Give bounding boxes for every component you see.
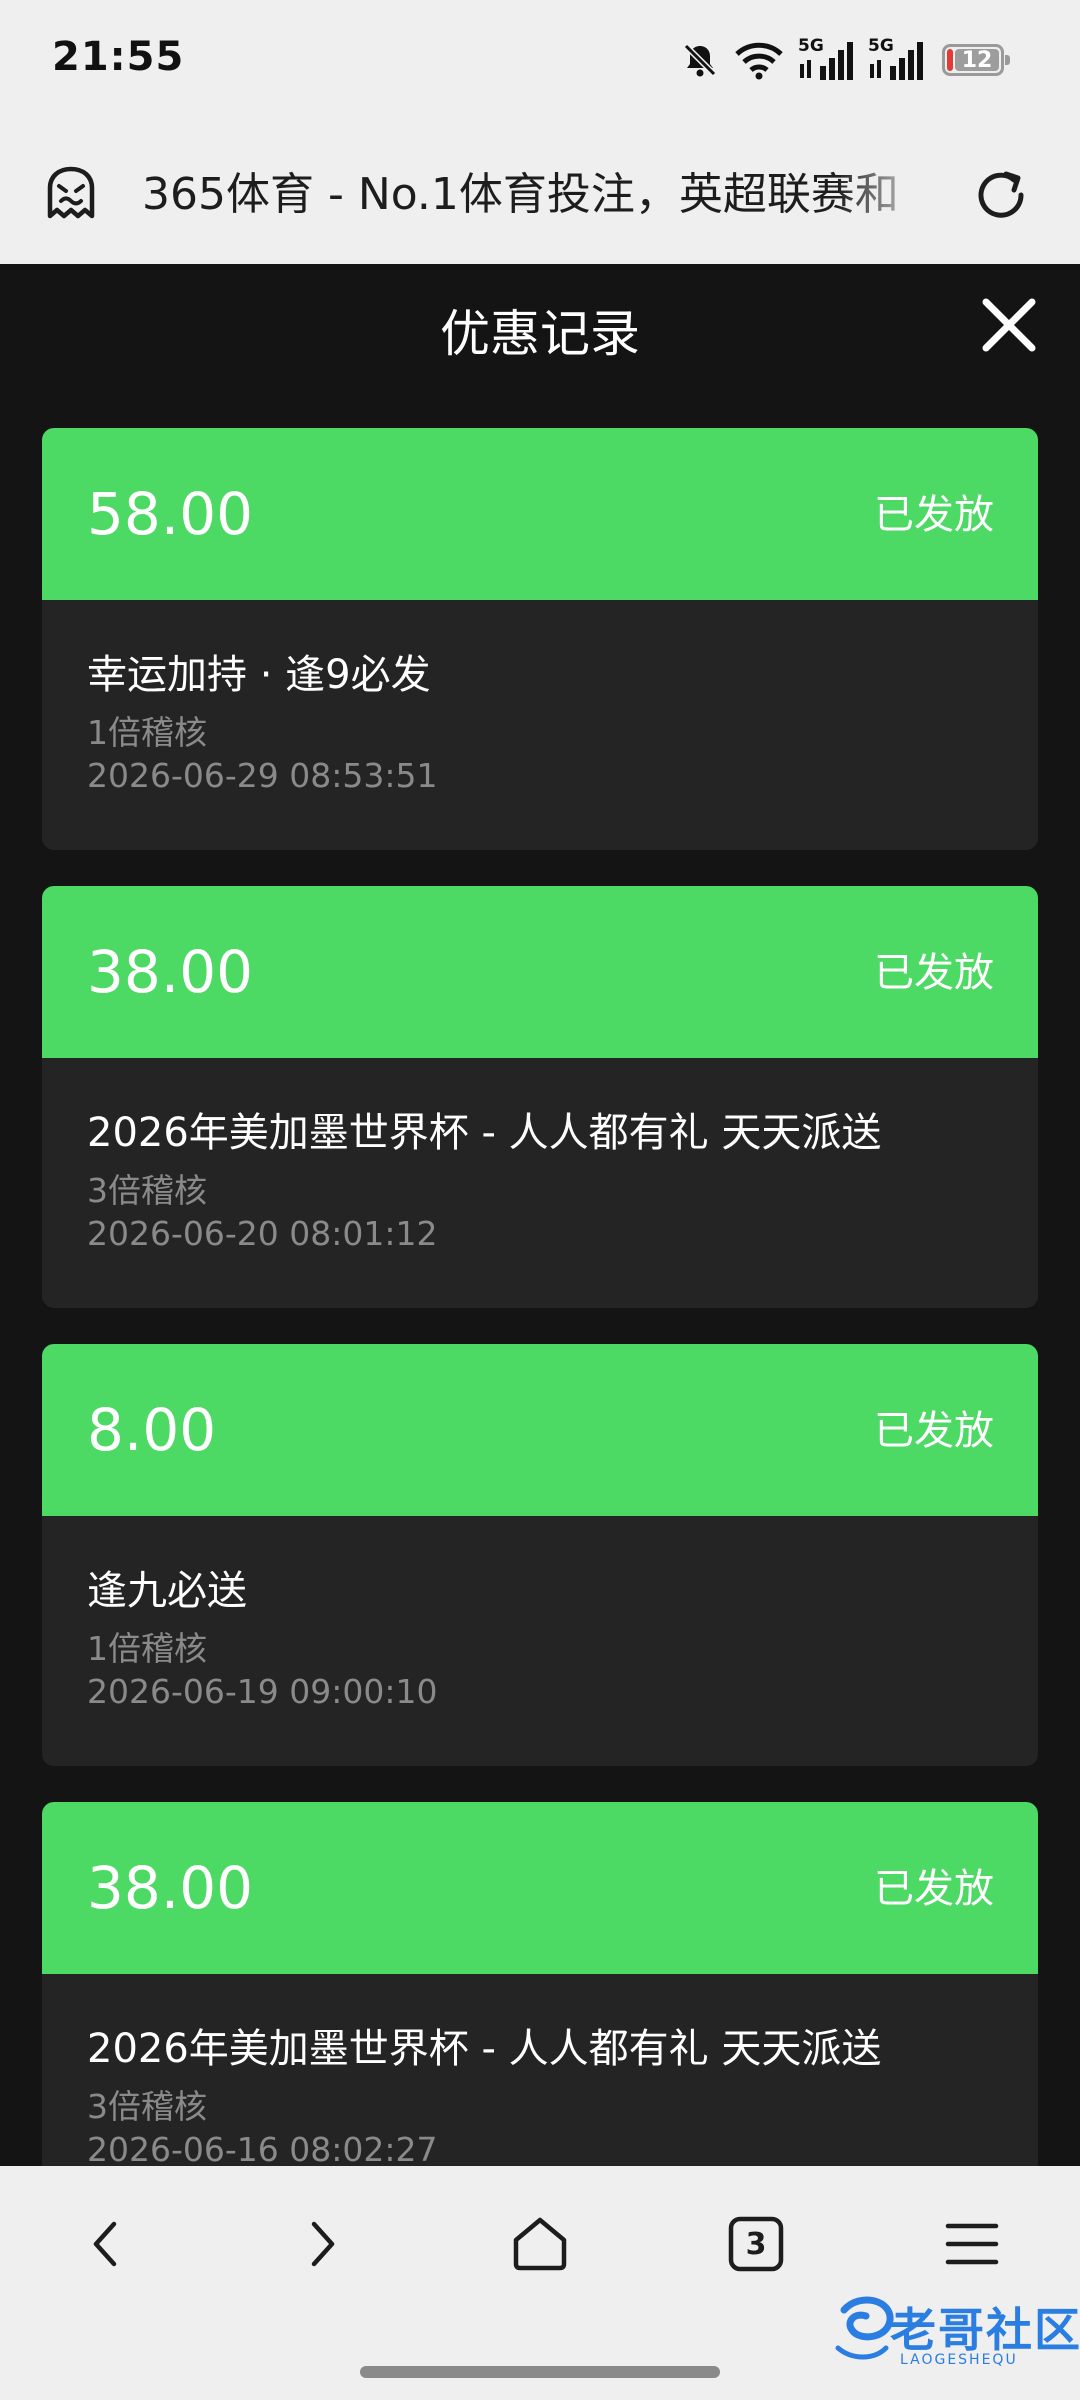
status-icons: 5G 5G 12 bbox=[680, 36, 1010, 82]
bell-muted-icon bbox=[683, 43, 717, 77]
reload-icon[interactable] bbox=[972, 166, 1030, 224]
record-multiplier: 1倍稽核 bbox=[87, 1629, 207, 1668]
wifi-icon bbox=[735, 42, 783, 80]
record-card-header: 38.00 已发放 bbox=[42, 886, 1038, 1058]
record-card-header: 58.00 已发放 bbox=[42, 428, 1038, 600]
page-title: 优惠记录 bbox=[440, 305, 640, 363]
forward-button[interactable] bbox=[282, 2204, 362, 2284]
tabs-count: 3 bbox=[745, 2226, 767, 2262]
tabs-button[interactable]: 3 bbox=[716, 2204, 796, 2284]
address-text[interactable]: 365体育 - No.1体育投注，英超联赛和 bbox=[142, 162, 932, 228]
signal-bars-icon bbox=[870, 42, 923, 80]
record-amount: 58.00 bbox=[87, 480, 254, 548]
record-status: 已发放 bbox=[874, 1408, 994, 1454]
home-button[interactable] bbox=[500, 2204, 580, 2284]
record-card-header: 8.00 已发放 bbox=[42, 1344, 1038, 1516]
forward-icon bbox=[311, 2221, 335, 2267]
status-time: 21:55 bbox=[52, 34, 185, 80]
battery-level: 12 bbox=[955, 48, 999, 73]
battery-fill bbox=[947, 49, 953, 71]
signal-bars-icon bbox=[800, 42, 853, 80]
record-card[interactable]: 38.00 已发放 2026年美加墨世界杯 - 人人都有礼 天天派送 3倍稽核 … bbox=[42, 1802, 1038, 2224]
record-amount: 8.00 bbox=[87, 1396, 217, 1464]
record-time: 2026-06-16 08:02:27 bbox=[87, 2130, 438, 2169]
watermark-subtext: LAOGESHEQU bbox=[900, 2352, 1018, 2368]
record-status: 已发放 bbox=[874, 492, 994, 538]
record-name: 2026年美加墨世界杯 - 人人都有礼 天天派送 bbox=[87, 1110, 882, 1156]
back-button[interactable] bbox=[66, 2204, 146, 2284]
record-name: 逢九必送 bbox=[87, 1568, 247, 1614]
watermark: 老哥社区 LAOGESHEQU bbox=[830, 2290, 1080, 2372]
record-card-body: 2026年美加墨世界杯 - 人人都有礼 天天派送 3倍稽核 2026-06-20… bbox=[42, 1058, 1038, 1308]
record-multiplier: 3倍稽核 bbox=[87, 1171, 207, 1210]
record-multiplier: 3倍稽核 bbox=[87, 2087, 207, 2126]
record-card[interactable]: 58.00 已发放 幸运加持 · 逢9必发 1倍稽核 2026-06-29 08… bbox=[42, 428, 1038, 850]
signal-1: 5G bbox=[798, 36, 854, 82]
back-icon bbox=[93, 2221, 117, 2267]
signal-2: 5G bbox=[868, 36, 924, 82]
status-bar: 21:55 5G 5G 12 bbox=[0, 0, 1080, 122]
record-amount: 38.00 bbox=[87, 1854, 254, 1922]
screen: 21:55 5G 5G 12 365体育 - No.1体育投注，英超联赛和 优惠… bbox=[0, 0, 1080, 2400]
record-card[interactable]: 8.00 已发放 逢九必送 1倍稽核 2026-06-19 09:00:10 bbox=[42, 1344, 1038, 1766]
record-name: 幸运加持 · 逢9必发 bbox=[87, 652, 431, 698]
page-header: 优惠记录 bbox=[0, 264, 1080, 390]
browser-bottom-nav: 3 老哥社区 LAOGESHEQU bbox=[0, 2166, 1080, 2400]
close-icon[interactable] bbox=[978, 294, 1040, 356]
battery-icon: 12 bbox=[942, 44, 1010, 76]
record-time: 2026-06-20 08:01:12 bbox=[87, 1214, 438, 1253]
menu-button[interactable] bbox=[932, 2204, 1012, 2284]
menu-icon bbox=[945, 2223, 999, 2265]
record-card-header: 38.00 已发放 bbox=[42, 1802, 1038, 1974]
watermark-text: 老哥社区 bbox=[890, 2303, 1080, 2357]
home-indicator[interactable] bbox=[360, 2366, 720, 2378]
promotion-record-list: 58.00 已发放 幸运加持 · 逢9必发 1倍稽核 2026-06-29 08… bbox=[42, 428, 1038, 2260]
record-card-body: 幸运加持 · 逢9必发 1倍稽核 2026-06-29 08:53:51 bbox=[42, 600, 1038, 850]
record-card[interactable]: 38.00 已发放 2026年美加墨世界杯 - 人人都有礼 天天派送 3倍稽核 … bbox=[42, 886, 1038, 1308]
home-icon bbox=[513, 2217, 567, 2271]
address-bar[interactable]: 365体育 - No.1体育投注，英超联赛和 bbox=[0, 122, 1080, 264]
record-status: 已发放 bbox=[874, 1866, 994, 1912]
record-time: 2026-06-19 09:00:10 bbox=[87, 1672, 438, 1711]
record-status: 已发放 bbox=[874, 950, 994, 996]
ghost-icon[interactable] bbox=[42, 164, 100, 222]
record-amount: 38.00 bbox=[87, 938, 254, 1006]
record-card-body: 逢九必送 1倍稽核 2026-06-19 09:00:10 bbox=[42, 1516, 1038, 1766]
record-name: 2026年美加墨世界杯 - 人人都有礼 天天派送 bbox=[87, 2026, 882, 2072]
record-multiplier: 1倍稽核 bbox=[87, 713, 207, 752]
record-time: 2026-06-29 08:53:51 bbox=[87, 756, 438, 795]
